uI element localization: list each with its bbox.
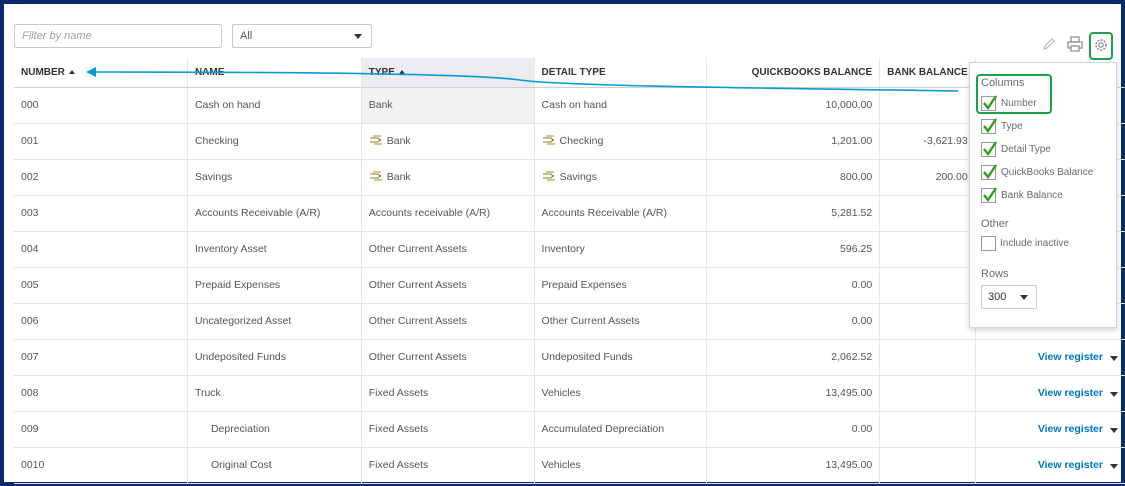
column-checkbox-type[interactable] bbox=[981, 118, 997, 134]
include-inactive-label: Include inactive bbox=[1000, 238, 1069, 249]
chevron-down-icon bbox=[1020, 295, 1028, 300]
checkmark-icon bbox=[983, 187, 997, 203]
checkmark-icon bbox=[983, 95, 997, 111]
column-option-label: QuickBooks Balance bbox=[1001, 167, 1094, 178]
rows-select[interactable]: 300 bbox=[981, 285, 1037, 309]
column-checkbox-detail-type[interactable] bbox=[981, 141, 997, 157]
rows-select-value: 300 bbox=[988, 291, 1007, 303]
include-inactive-checkbox[interactable] bbox=[981, 236, 996, 251]
checkmark-icon bbox=[983, 164, 997, 180]
column-option-label: Type bbox=[1001, 121, 1023, 132]
checkmark-icon bbox=[983, 118, 997, 134]
annotation-arrow bbox=[86, 67, 959, 92]
settings-panel: Columns Number Type Detail Type QuickBooks … bbox=[969, 62, 1117, 328]
column-option-label: Bank Balance bbox=[1001, 190, 1063, 201]
column-checkbox-quickbooks-balance[interactable] bbox=[981, 164, 997, 180]
column-checkbox-number[interactable] bbox=[981, 95, 997, 111]
column-option-label: Number bbox=[1001, 98, 1037, 109]
checkmark-icon bbox=[983, 141, 997, 157]
column-checkbox-bank-balance[interactable] bbox=[981, 187, 997, 203]
column-option-label: Detail Type bbox=[1001, 144, 1051, 155]
other-heading: Other bbox=[981, 218, 1009, 230]
rows-heading: Rows bbox=[981, 268, 1009, 280]
